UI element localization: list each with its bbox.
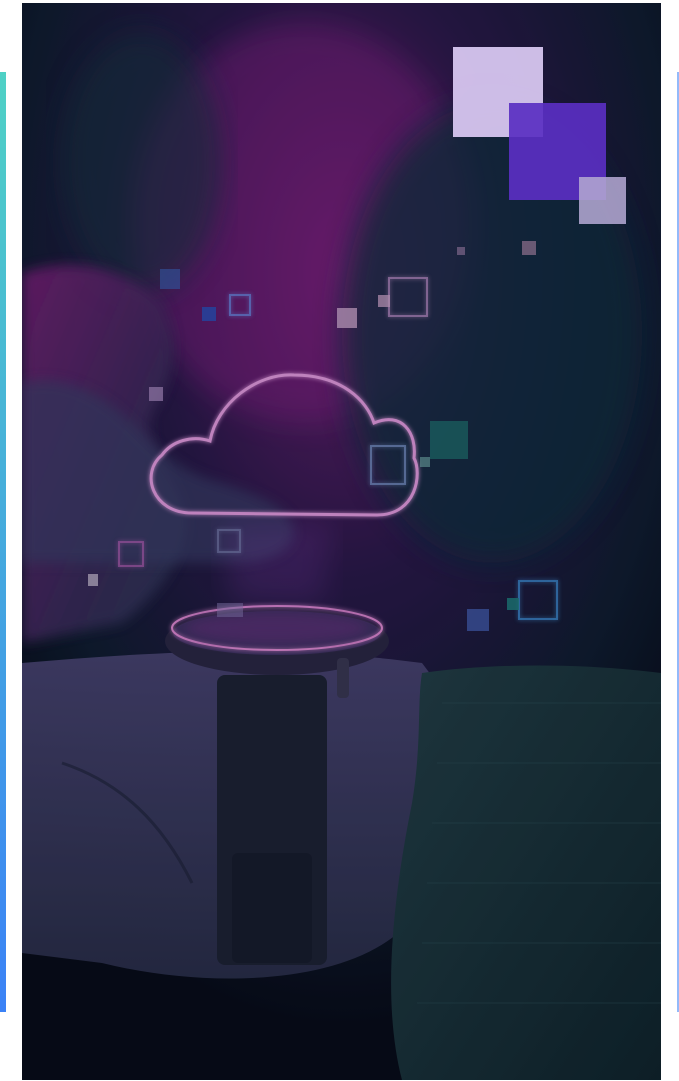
hero-image (22, 3, 661, 1080)
left-accent-bar (0, 72, 6, 1012)
grey-square-decoration (579, 177, 626, 224)
